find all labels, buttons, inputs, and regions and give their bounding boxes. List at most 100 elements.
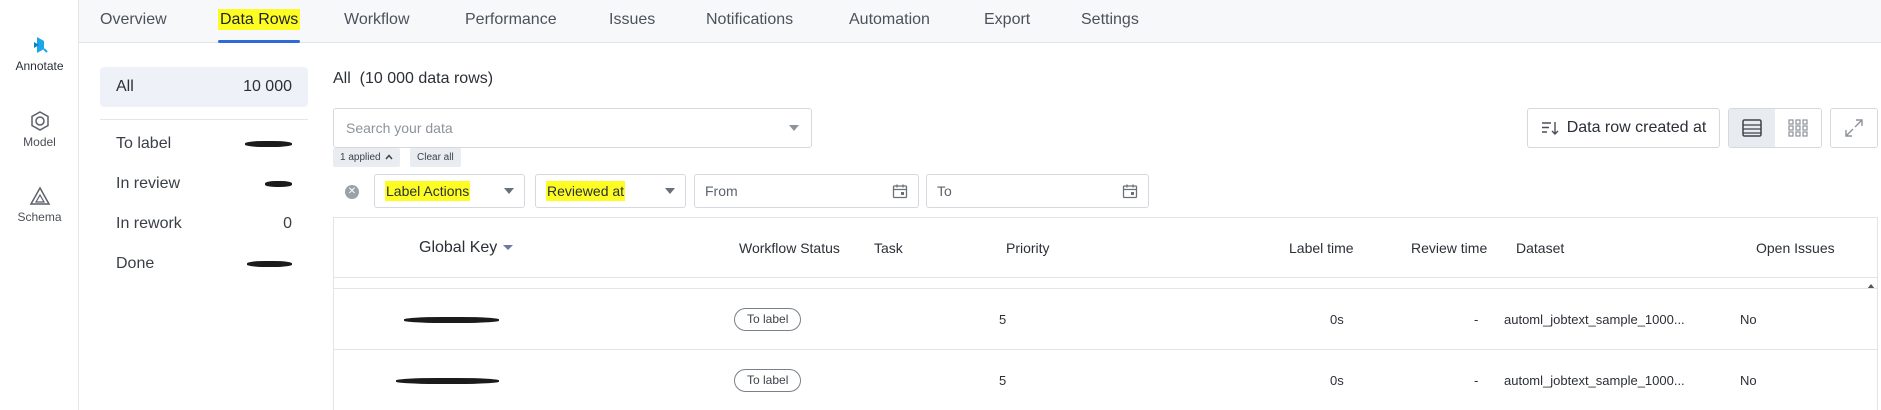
clear-all-chip[interactable]: Clear all xyxy=(410,148,461,167)
select-value: Label Actions xyxy=(385,181,471,201)
priority-cell: 5 xyxy=(999,373,1007,388)
reviewed-at-select[interactable]: Reviewed at xyxy=(535,174,686,208)
tab-export[interactable]: Export xyxy=(984,0,1030,43)
column-label: Priority xyxy=(1006,240,1050,256)
rail-item-model[interactable]: Model xyxy=(0,110,79,149)
expand-icon xyxy=(1845,119,1863,137)
status-in-review[interactable]: In review xyxy=(100,164,308,204)
top-tab-bar: Overview Data Rows Workflow Performance … xyxy=(79,0,1881,43)
dataset-cell: automl_jobtext_sample_1000... xyxy=(1504,312,1685,327)
status-to-label[interactable]: To label xyxy=(100,124,308,164)
list-view-button[interactable] xyxy=(1729,109,1775,147)
rail-item-label: Model xyxy=(23,135,56,149)
fullscreen-button[interactable] xyxy=(1830,108,1878,148)
open-issues-cell: No xyxy=(1740,373,1757,388)
priority-cell: 5 xyxy=(999,312,1007,327)
date-placeholder: From xyxy=(705,183,738,199)
applied-filters-chip[interactable]: 1 applied xyxy=(333,148,401,167)
status-in-rework[interactable]: In rework 0 xyxy=(100,204,308,244)
rail-item-label: Annotate xyxy=(15,59,64,73)
remove-filter-icon[interactable]: ✕ xyxy=(345,185,359,199)
redacted-global-key xyxy=(396,376,499,386)
to-date-field[interactable]: To xyxy=(926,174,1149,208)
open-issues-cell: No xyxy=(1740,312,1757,327)
rail-item-annotate[interactable]: Annotate xyxy=(0,34,79,73)
schema-icon xyxy=(29,186,50,205)
tab-settings[interactable]: Settings xyxy=(1081,0,1139,43)
search-input[interactable] xyxy=(346,120,789,136)
table-row[interactable]: To label 5 0s - automl_jobtext_sample_10… xyxy=(334,288,1877,349)
review-time-cell: - xyxy=(1474,373,1479,388)
data-rows-table: Global Key Workflow Status Task Priority… xyxy=(333,217,1878,410)
view-toggle xyxy=(1728,108,1822,148)
divider xyxy=(100,119,308,120)
select-value: Reviewed at xyxy=(546,181,626,201)
tab-performance[interactable]: Performance xyxy=(465,0,557,43)
status-label: Done xyxy=(116,255,155,272)
tab-label: Workflow xyxy=(344,11,410,28)
calendar-icon xyxy=(892,184,908,199)
column-task[interactable]: Task xyxy=(874,218,903,278)
column-review-time[interactable]: Review time xyxy=(1411,218,1487,278)
column-priority[interactable]: Priority xyxy=(1006,218,1050,278)
model-icon xyxy=(30,111,49,131)
rail-item-label: Schema xyxy=(17,210,62,224)
grid-icon xyxy=(1788,119,1808,137)
tab-automation[interactable]: Automation xyxy=(849,0,930,43)
status-label: In review xyxy=(116,175,181,192)
chevron-up-icon xyxy=(385,154,393,160)
sort-label: Data row created at xyxy=(1566,119,1707,136)
column-label-time[interactable]: Label time xyxy=(1289,218,1354,278)
from-date-field[interactable]: From xyxy=(694,174,919,208)
column-label: Review time xyxy=(1411,240,1488,256)
tab-notifications[interactable]: Notifications xyxy=(706,0,793,43)
tab-label: Notifications xyxy=(706,11,794,28)
table-header: Global Key Workflow Status Task Priority… xyxy=(334,218,1877,278)
grid-view-button[interactable] xyxy=(1775,109,1821,147)
status-badge: To label xyxy=(734,308,802,331)
status-count: 10 000 xyxy=(243,78,292,95)
sort-button[interactable]: Data row created at xyxy=(1527,108,1720,148)
tab-label: Settings xyxy=(1081,11,1139,28)
status-done[interactable]: Done xyxy=(100,244,308,284)
tab-workflow[interactable]: Workflow xyxy=(344,0,410,43)
filter-row: ✕ Label Actions Reviewed at From To xyxy=(333,174,1149,208)
status-count: 0 xyxy=(283,215,292,232)
column-workflow-status[interactable]: Workflow Status xyxy=(739,218,840,278)
chevron-down-icon[interactable] xyxy=(789,125,799,131)
sort-icon xyxy=(1541,122,1559,135)
rail-item-schema[interactable]: Schema xyxy=(0,185,79,224)
tab-label: Automation xyxy=(849,11,930,28)
status-all[interactable]: All 10 000 xyxy=(100,67,308,107)
list-icon xyxy=(1742,119,1762,137)
status-badge: To label xyxy=(734,369,802,392)
tab-label: Data Rows xyxy=(218,9,301,30)
column-global-key[interactable]: Global Key xyxy=(419,218,514,278)
status-label: All xyxy=(116,78,134,95)
tab-label: Performance xyxy=(465,11,557,28)
tab-overview[interactable]: Overview xyxy=(100,0,167,43)
tab-issues[interactable]: Issues xyxy=(609,0,655,43)
redacted-count xyxy=(265,179,292,189)
status-label: To label xyxy=(116,135,172,152)
label-actions-select[interactable]: Label Actions xyxy=(374,174,525,208)
column-label: Open Issues xyxy=(1756,240,1835,256)
column-dataset[interactable]: Dataset xyxy=(1516,218,1564,278)
status-panel: All 10 000 To label In review In rework … xyxy=(100,67,308,284)
label-time-cell: 0s xyxy=(1330,312,1344,327)
redacted-global-key xyxy=(404,315,499,325)
page-title: All (10 000 data rows) xyxy=(333,70,494,87)
review-time-cell: - xyxy=(1474,312,1479,327)
chip-label: Clear all xyxy=(417,152,454,163)
tab-label: Export xyxy=(984,11,1031,28)
column-label: Label time xyxy=(1289,240,1354,256)
label-time-cell: 0s xyxy=(1330,373,1344,388)
redacted-count xyxy=(247,259,292,269)
table-row[interactable]: To label 5 0s - automl_jobtext_sample_10… xyxy=(334,349,1877,410)
date-placeholder: To xyxy=(937,183,952,199)
column-open-issues[interactable]: Open Issues xyxy=(1756,218,1835,278)
left-rail: Annotate Model Schema xyxy=(0,0,79,410)
search-box[interactable] xyxy=(333,108,812,148)
chip-label: 1 applied xyxy=(340,152,381,163)
tab-data-rows[interactable]: Data Rows xyxy=(218,0,301,43)
